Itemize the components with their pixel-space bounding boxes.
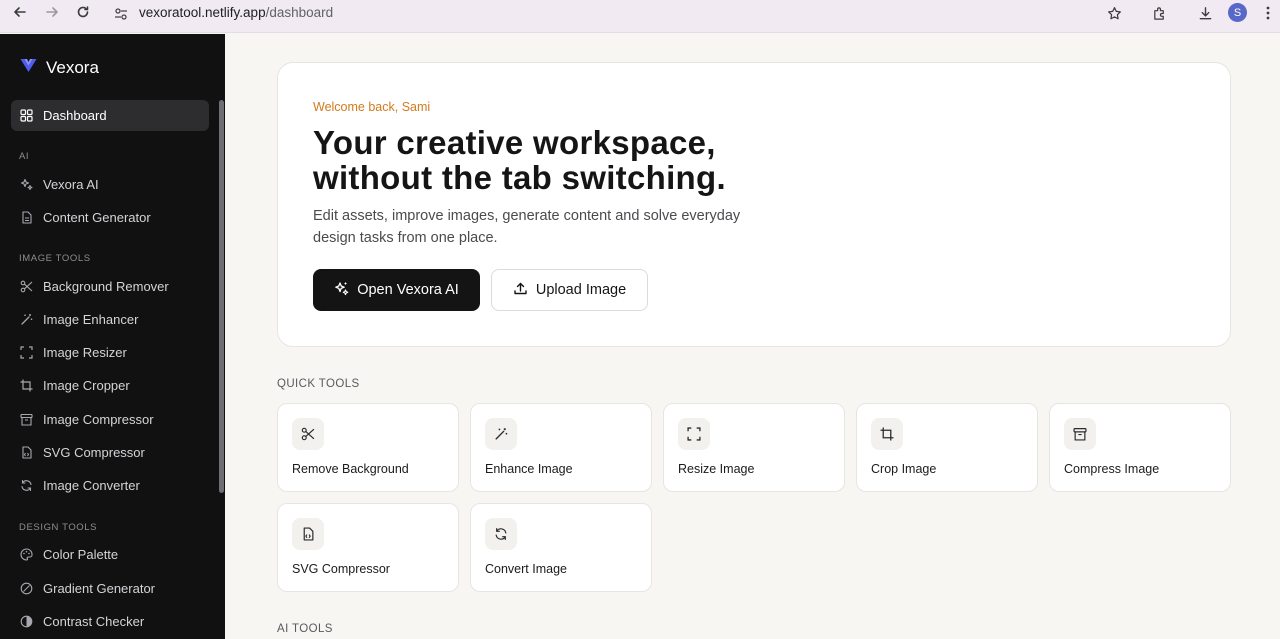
tool-card-crop-image[interactable]: Crop Image bbox=[856, 403, 1038, 492]
grid-icon bbox=[20, 109, 33, 122]
site-settings-icon[interactable] bbox=[112, 5, 130, 23]
tool-label: Remove Background bbox=[292, 462, 409, 476]
sidebar-item-image-converter[interactable]: Image Converter bbox=[11, 470, 209, 501]
reload-icon[interactable] bbox=[72, 1, 94, 23]
back-icon[interactable] bbox=[9, 1, 31, 23]
contrast-icon bbox=[20, 615, 33, 628]
file-code-icon bbox=[20, 446, 33, 459]
gradient-icon bbox=[20, 582, 33, 595]
sidebar-item-image-compressor[interactable]: Image Compressor bbox=[11, 404, 209, 435]
sidebar-item-background-remover[interactable]: Background Remover bbox=[11, 271, 209, 302]
archive-icon bbox=[20, 413, 33, 426]
tool-card-remove-background[interactable]: Remove Background bbox=[277, 403, 459, 492]
file-code-icon bbox=[292, 518, 324, 550]
address-bar[interactable]: vexoratool.netlify.app/dashboard bbox=[106, 1, 1135, 27]
sidebar-item-label: Dashboard bbox=[43, 108, 107, 123]
section-label-image-tools: IMAGE TOOLS bbox=[19, 253, 91, 264]
sidebar-item-dashboard[interactable]: Dashboard bbox=[11, 100, 209, 131]
sidebar-item-label: Image Converter bbox=[43, 478, 140, 493]
url-host: vexoratool.netlify.app bbox=[139, 5, 266, 20]
url-text: vexoratool.netlify.app/dashboard bbox=[139, 5, 333, 20]
tool-label: Convert Image bbox=[485, 562, 567, 576]
open-vexora-ai-label: Open Vexora AI bbox=[357, 282, 459, 298]
hero-title: Your creative workspace, without the tab… bbox=[313, 125, 833, 195]
palette-icon bbox=[20, 548, 33, 561]
magic-wand-icon bbox=[485, 418, 517, 450]
tool-label: SVG Compressor bbox=[292, 562, 390, 576]
open-vexora-ai-button[interactable]: Open Vexora AI bbox=[313, 269, 480, 311]
sparkles-icon bbox=[20, 178, 33, 191]
sidebar-item-gradient-generator[interactable]: Gradient Generator bbox=[11, 573, 209, 604]
sidebar-item-svg-compressor[interactable]: SVG Compressor bbox=[11, 437, 209, 468]
sidebar-item-content-generator[interactable]: Content Generator bbox=[11, 202, 209, 233]
sidebar-item-image-resizer[interactable]: Image Resizer bbox=[11, 337, 209, 368]
sidebar: Vexora Dashboard AI Vexora AI Content Ge… bbox=[0, 34, 225, 639]
menu-kebab-icon[interactable] bbox=[1256, 1, 1280, 25]
tool-card-convert-image[interactable]: Convert Image bbox=[470, 503, 652, 592]
sidebar-item-label: Background Remover bbox=[43, 279, 169, 294]
tool-label: Enhance Image bbox=[485, 462, 573, 476]
browser-toolbar: vexoratool.netlify.app/dashboard S bbox=[0, 0, 1280, 33]
sparkles-icon bbox=[334, 281, 349, 300]
brand[interactable]: Vexora bbox=[20, 58, 99, 78]
hero-subtitle: Edit assets, improve images, generate co… bbox=[313, 208, 741, 246]
scissors-icon bbox=[292, 418, 324, 450]
hero-title-line-1: Your creative workspace, bbox=[313, 124, 716, 161]
profile-avatar[interactable]: S bbox=[1228, 3, 1247, 22]
sidebar-item-label: Color Palette bbox=[43, 547, 119, 562]
scissors-icon bbox=[20, 280, 33, 293]
magic-wand-icon bbox=[20, 313, 33, 326]
sidebar-item-image-cropper[interactable]: Image Cropper bbox=[11, 370, 209, 401]
tool-card-svg-compressor[interactable]: SVG Compressor bbox=[277, 503, 459, 592]
sidebar-item-label: Contrast Checker bbox=[43, 614, 145, 629]
sidebar-item-label: Vexora AI bbox=[43, 177, 99, 192]
tool-card-resize-image[interactable]: Resize Image bbox=[663, 403, 845, 492]
extensions-icon[interactable] bbox=[1147, 1, 1171, 25]
welcome-message: Welcome back, Sami bbox=[313, 100, 431, 114]
sidebar-item-color-palette[interactable]: Color Palette bbox=[11, 539, 209, 570]
forward-icon[interactable] bbox=[41, 1, 63, 23]
vexora-logo-icon bbox=[20, 58, 37, 78]
sidebar-item-label: Gradient Generator bbox=[43, 581, 156, 596]
tool-card-compress-image[interactable]: Compress Image bbox=[1049, 403, 1231, 492]
tool-label: Crop Image bbox=[871, 462, 937, 476]
tool-card-enhance-image[interactable]: Enhance Image bbox=[470, 403, 652, 492]
crop-icon bbox=[871, 418, 903, 450]
ai-tools-heading: AI TOOLS bbox=[277, 623, 333, 635]
hero-title-line-2: without the tab switching. bbox=[313, 159, 726, 196]
url-path: /dashboard bbox=[265, 5, 334, 20]
document-icon bbox=[20, 211, 33, 224]
sidebar-item-image-enhancer[interactable]: Image Enhancer bbox=[11, 304, 209, 335]
sidebar-item-label: Image Enhancer bbox=[43, 312, 139, 327]
bookmark-star-icon[interactable] bbox=[1102, 1, 1126, 25]
sidebar-item-label: SVG Compressor bbox=[43, 445, 145, 460]
archive-icon bbox=[1064, 418, 1096, 450]
upload-icon bbox=[513, 281, 528, 300]
sidebar-item-label: Content Generator bbox=[43, 210, 151, 225]
sidebar-item-label: Image Compressor bbox=[43, 412, 154, 427]
sidebar-scrollbar[interactable] bbox=[219, 100, 224, 493]
tool-label: Resize Image bbox=[678, 462, 755, 476]
brand-name: Vexora bbox=[46, 58, 99, 77]
section-label-ai: AI bbox=[19, 151, 30, 162]
sidebar-item-contrast-checker[interactable]: Contrast Checker bbox=[11, 606, 209, 637]
quick-tools-heading: QUICK TOOLS bbox=[277, 378, 360, 390]
upload-image-label: Upload Image bbox=[535, 282, 627, 298]
upload-image-button[interactable]: Upload Image bbox=[491, 269, 648, 311]
sidebar-item-vexora-ai[interactable]: Vexora AI bbox=[11, 169, 209, 200]
expand-icon bbox=[20, 346, 33, 359]
sidebar-item-label: Image Resizer bbox=[43, 345, 127, 360]
crop-icon bbox=[20, 379, 33, 392]
expand-icon bbox=[678, 418, 710, 450]
download-icon[interactable] bbox=[1193, 1, 1217, 25]
sidebar-item-label: Image Cropper bbox=[43, 378, 130, 393]
hero-card: Welcome back, Sami Your creative workspa… bbox=[277, 62, 1231, 347]
refresh-icon bbox=[485, 518, 517, 550]
refresh-icon bbox=[20, 479, 33, 492]
tool-label: Compress Image bbox=[1064, 462, 1160, 476]
section-label-design-tools: DESIGN TOOLS bbox=[19, 522, 98, 533]
